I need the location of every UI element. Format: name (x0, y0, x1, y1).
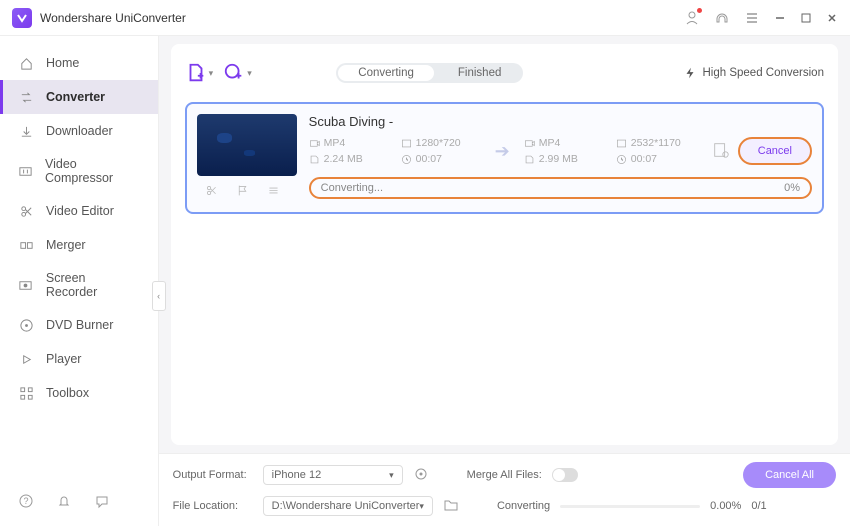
flag-icon[interactable] (236, 184, 249, 202)
sidebar-item-label: Merger (46, 238, 86, 252)
home-icon (18, 55, 34, 71)
sidebar-item-home[interactable]: Home (0, 46, 158, 80)
converting-label: Converting (497, 500, 550, 512)
merge-label: Merge All Files: (467, 469, 542, 481)
dst-resolution: 2532*1170 (616, 137, 696, 149)
add-url-button[interactable]: ▾ (223, 62, 252, 84)
tab-finished[interactable]: Finished (436, 63, 523, 83)
overall-percent: 0.00% (710, 500, 741, 512)
src-resolution: 1280*720 (401, 137, 481, 149)
sidebar-item-toolbox[interactable]: Toolbox (0, 376, 158, 410)
sidebar-item-editor[interactable]: Video Editor (0, 194, 158, 228)
chevron-down-icon: ▾ (209, 68, 214, 79)
cut-icon[interactable] (205, 184, 218, 202)
app-title: Wondershare UniConverter (40, 11, 186, 25)
sidebar-item-label: Player (46, 352, 81, 366)
location-label: File Location: (173, 500, 253, 512)
svg-text:?: ? (23, 496, 28, 506)
titlebar: Wondershare UniConverter (0, 0, 850, 36)
video-title: Scuba Diving - (309, 114, 812, 129)
recorder-icon (18, 277, 34, 293)
disc-icon (18, 317, 34, 333)
dst-size: 2.99 MB (524, 153, 604, 165)
chevron-down-icon: ▾ (389, 470, 394, 481)
tab-converting[interactable]: Converting (338, 65, 434, 81)
sidebar-item-compressor[interactable]: Video Compressor (0, 148, 158, 194)
overall-count: 0/1 (751, 500, 766, 512)
sidebar: Home Converter Downloader Video Compress… (0, 36, 159, 526)
dst-duration: 00:07 (616, 153, 696, 165)
sidebar-item-label: Video Compressor (45, 157, 140, 185)
download-icon (18, 123, 34, 139)
grid-icon (18, 385, 34, 401)
converter-icon (18, 89, 34, 105)
arrow-right-icon: ➔ (495, 141, 510, 162)
sidebar-item-dvd[interactable]: DVD Burner (0, 308, 158, 342)
sidebar-item-label: Toolbox (46, 386, 89, 400)
footer-bar: Output Format: iPhone 12▾ Merge All File… (159, 453, 850, 526)
feedback-icon[interactable] (94, 493, 110, 514)
chevron-down-icon: ▾ (419, 501, 424, 512)
scissors-icon (18, 203, 34, 219)
merge-toggle[interactable] (552, 468, 578, 482)
chevron-down-icon: ▾ (247, 68, 252, 79)
dst-format: MP4 (524, 137, 604, 149)
progress-percent: 0% (784, 182, 800, 194)
help-icon[interactable]: ? (18, 493, 34, 514)
lightning-icon (683, 66, 697, 80)
app-logo-icon (12, 8, 32, 28)
merger-icon (18, 237, 34, 253)
sidebar-item-merger[interactable]: Merger (0, 228, 158, 262)
progress-bar: Converting... 0% (309, 177, 812, 199)
cancel-button[interactable]: Cancel (738, 137, 812, 165)
add-file-button[interactable]: ▾ (185, 62, 214, 84)
conversion-item-card: Scuba Diving - MP4 1280*720 2.24 MB 00:0… (185, 102, 824, 214)
progress-status: Converting... (321, 182, 383, 194)
sidebar-item-player[interactable]: Player (0, 342, 158, 376)
tab-segmented: Converting Finished (336, 63, 523, 83)
folder-open-icon[interactable] (443, 497, 459, 516)
more-icon[interactable] (267, 184, 280, 202)
sidebar-item-downloader[interactable]: Downloader (0, 114, 158, 148)
account-icon[interactable] (684, 10, 700, 26)
high-speed-badge[interactable]: High Speed Conversion (683, 66, 824, 80)
output-settings-button[interactable] (712, 141, 730, 162)
sidebar-item-label: DVD Burner (46, 318, 113, 332)
output-format-select[interactable]: iPhone 12▾ (263, 465, 403, 485)
sidebar-item-label: Home (46, 56, 79, 70)
overall-progress-bar (560, 505, 700, 508)
play-icon (18, 351, 34, 367)
output-settings-icon[interactable] (413, 466, 429, 485)
headset-icon[interactable] (714, 10, 730, 26)
src-size: 2.24 MB (309, 153, 389, 165)
minimize-icon[interactable] (774, 12, 786, 24)
src-format: MP4 (309, 137, 389, 149)
compressor-icon (18, 163, 33, 179)
close-icon[interactable] (826, 12, 838, 24)
output-format-label: Output Format: (173, 469, 253, 481)
sidebar-item-label: Downloader (46, 124, 113, 138)
sidebar-item-label: Converter (46, 90, 105, 104)
video-thumbnail[interactable] (197, 114, 297, 176)
src-duration: 00:07 (401, 153, 481, 165)
location-select[interactable]: D:\Wondershare UniConverter▾ (263, 496, 433, 516)
cancel-all-button[interactable]: Cancel All (743, 462, 836, 488)
collapse-sidebar-button[interactable]: ‹ (152, 281, 166, 311)
sidebar-item-recorder[interactable]: Screen Recorder (0, 262, 158, 308)
maximize-icon[interactable] (800, 12, 812, 24)
toolbar: ▾ ▾ Converting Finished High Speed Conve… (185, 54, 824, 92)
bell-icon[interactable] (56, 493, 72, 514)
sidebar-item-converter[interactable]: Converter (0, 80, 158, 114)
sidebar-item-label: Screen Recorder (46, 271, 140, 299)
menu-icon[interactable] (744, 10, 760, 26)
sidebar-item-label: Video Editor (46, 204, 114, 218)
